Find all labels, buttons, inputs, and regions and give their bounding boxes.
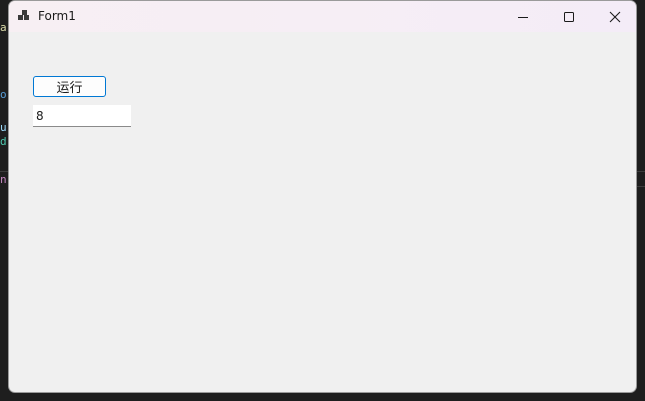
close-icon (609, 11, 621, 22)
close-button[interactable] (592, 1, 636, 32)
title-bar[interactable]: Form1 (9, 1, 636, 32)
minimize-button[interactable] (500, 1, 546, 32)
bg-divider (0, 171, 8, 172)
bg-divider (637, 171, 645, 172)
form-window: Form1 运行 (8, 0, 637, 393)
value-input[interactable] (33, 105, 131, 127)
bg-divider (637, 186, 645, 187)
maximize-icon (564, 11, 574, 22)
minimize-icon (518, 16, 528, 18)
app-icon (18, 10, 29, 20)
run-button[interactable]: 运行 (33, 76, 106, 97)
maximize-button[interactable] (546, 1, 592, 32)
window-title: Form1 (38, 9, 76, 23)
